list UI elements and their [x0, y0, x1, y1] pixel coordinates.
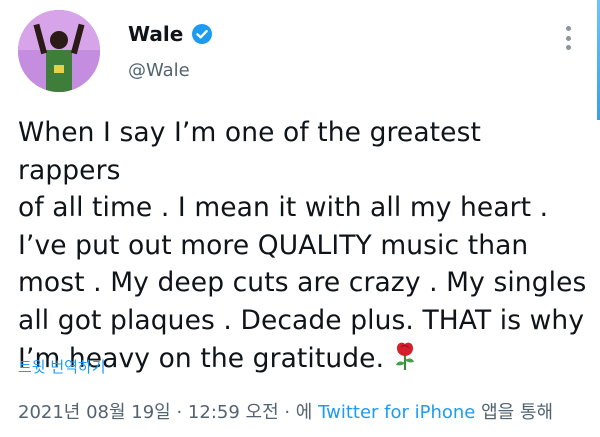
- tweet-meta: 2021년 08월 19일 · 12:59 오전 · 에 Twitter for…: [18, 398, 553, 424]
- author-display-name[interactable]: Wale: [128, 22, 183, 46]
- verified-badge-icon: [191, 23, 213, 45]
- rose-icon: [392, 341, 418, 382]
- tweet-text: When I say I’m one of the greatest rappe…: [18, 117, 587, 374]
- tweet-body: When I say I’m one of the greatest rappe…: [18, 114, 588, 381]
- more-options-icon[interactable]: [566, 26, 572, 50]
- meta-separator: · 에: [278, 402, 319, 423]
- meta-separator: ·: [170, 402, 188, 423]
- translate-tweet-link[interactable]: 트윗 번역하기: [18, 356, 106, 377]
- tweet-date[interactable]: 2021년 08월 19일: [18, 402, 171, 423]
- tweet-source-link[interactable]: Twitter for iPhone: [318, 402, 475, 423]
- avatar[interactable]: [18, 10, 100, 92]
- author-name-row[interactable]: Wale: [128, 22, 213, 46]
- tweet-time[interactable]: 12:59 오전: [188, 402, 279, 423]
- author-handle[interactable]: @Wale: [128, 60, 190, 81]
- meta-suffix: 앱을 통해: [475, 402, 554, 423]
